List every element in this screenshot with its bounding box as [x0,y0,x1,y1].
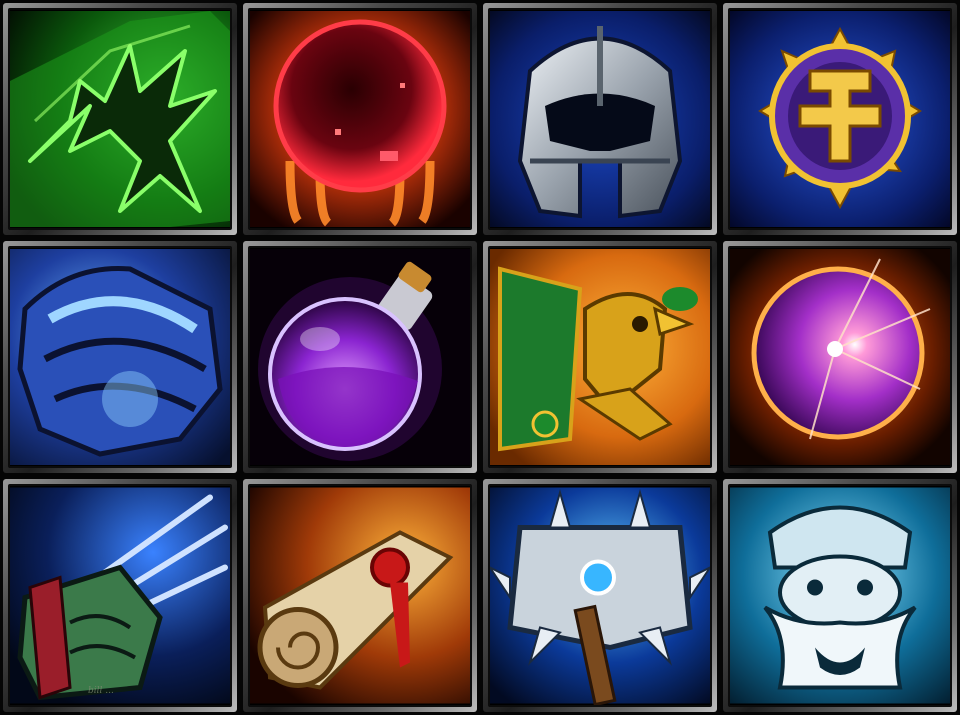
artist-signature: bill ... [88,686,114,696]
icon-grid [0,0,960,715]
icon-slot-5[interactable] [3,241,237,473]
golden-hawk-idol-icon [490,249,710,465]
icon-slot-10[interactable] [243,479,477,712]
icon-slot-6[interactable] [243,241,477,473]
icon-slot-9[interactable] [3,479,237,712]
frost-spiked-mace-icon [490,487,710,705]
icon-slot-2[interactable] [243,3,477,235]
icon-slot-1[interactable] [3,3,237,235]
arcane-orb-icon [730,249,950,465]
blood-orb-icon [250,11,470,227]
clawed-fist-icon [10,487,230,704]
icon-slot-11[interactable] [483,479,717,712]
sealed-scroll-icon [250,487,470,704]
steel-helmet-icon [490,11,710,227]
frost-bearded-dwarf-icon [730,487,950,704]
icon-slot-8[interactable] [723,241,957,473]
icon-slot-3[interactable] [483,3,717,235]
icon-slot-4[interactable] [723,3,957,235]
blue-armored-gauntlet-icon [10,249,230,465]
purple-potion-flask-icon [250,249,470,465]
golden-sun-amulet-icon [730,11,950,227]
icon-slot-7[interactable] [483,241,717,473]
green-winged-boot-icon [10,11,230,227]
icon-slot-12[interactable] [723,479,957,712]
